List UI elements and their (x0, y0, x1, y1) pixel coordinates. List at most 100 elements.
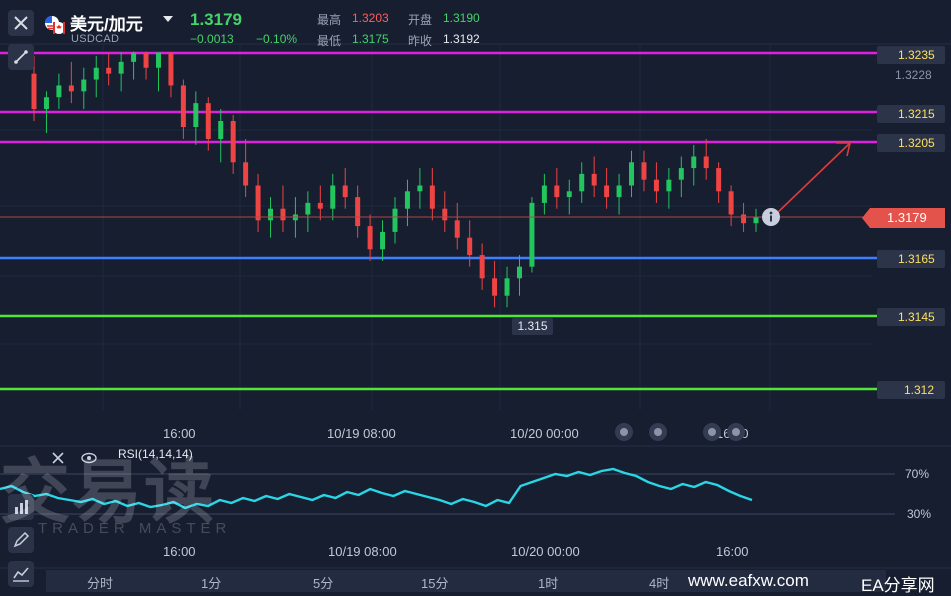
candle-body (342, 185, 348, 198)
candle-body (716, 168, 722, 192)
nav-dot-3[interactable] (703, 423, 721, 441)
rsi-level-30: 30% (907, 507, 932, 521)
candle-body (641, 162, 647, 180)
info-button[interactable] (762, 208, 780, 226)
current-price-tag: 1.3179 (862, 208, 945, 228)
nav-dot-2[interactable] (649, 423, 667, 441)
candle-body (56, 85, 62, 98)
prev-close-value: 1.3192 (443, 32, 480, 46)
candle-body (131, 52, 137, 62)
candle-body (305, 202, 311, 215)
candle-body (728, 191, 734, 215)
open-value: 1.3190 (443, 11, 480, 25)
candle-body (380, 231, 386, 250)
site-url: www.eafxw.com (688, 571, 809, 590)
candle-body (629, 162, 635, 186)
rsi-time-label-1: 16:00 (163, 544, 196, 559)
rsi-level-70: 70% (905, 467, 930, 481)
candle-body (68, 85, 74, 92)
close-button[interactable] (8, 10, 34, 36)
level-tag-2: 1.3215 (877, 105, 945, 123)
candle-body (106, 67, 112, 74)
candle-body (218, 121, 224, 139)
candle-body (554, 185, 560, 198)
nav-dot-4[interactable] (727, 423, 745, 441)
candle-body (604, 185, 610, 198)
candle-body (43, 97, 49, 110)
chart-type-button[interactable] (8, 561, 34, 587)
candle-body (691, 156, 697, 169)
high-label: 最高 (317, 13, 342, 27)
candle-body (330, 185, 336, 209)
candle-body (653, 179, 659, 192)
timeframe-1m[interactable]: 1分 (201, 573, 221, 592)
timeframe-5m[interactable]: 5分 (313, 573, 333, 592)
low-price-tag: 1.315 (512, 318, 553, 335)
candle-body (417, 185, 423, 192)
low-value: 1.3175 (352, 32, 389, 46)
rsi-time-label-3: 10/20 00:00 (511, 544, 580, 559)
line-chart-icon (13, 567, 29, 582)
candle-body (566, 191, 572, 198)
candle-body (317, 202, 323, 209)
candle-body (230, 121, 236, 163)
time-axis-label-2: 10/19 08:00 (327, 426, 396, 441)
symbol-title[interactable]: 美元/加元 (70, 10, 143, 35)
candle-body (268, 208, 274, 221)
candle-body (404, 191, 410, 209)
candle-body (703, 156, 709, 169)
site-name: EA分享网 (861, 576, 935, 595)
level-tag-4: 1.3165 (877, 250, 945, 268)
candle-body (205, 103, 211, 139)
level-tag-6: 1.312 (877, 381, 945, 399)
timeframe-tick[interactable]: 分时 (87, 573, 113, 592)
candle-body (454, 220, 460, 238)
candle-body (616, 185, 622, 198)
close-icon (14, 16, 28, 30)
candle-body (155, 52, 161, 68)
us-ca-flag-icon (44, 15, 66, 35)
candle-body (81, 79, 87, 92)
trading-chart-app: 美元/加元 USDCAD 1.3179 −0.0013 −0.10% 最高 1.… (0, 0, 951, 596)
candle-body (93, 67, 99, 80)
candle-body (367, 226, 373, 250)
chevron-down-icon[interactable] (163, 16, 173, 22)
candle-body (492, 278, 498, 296)
level-tag-1: 1.3235 (877, 46, 945, 64)
watermark-sub: TRADER MASTER (38, 520, 232, 537)
nav-dot-1[interactable] (615, 423, 633, 441)
info-icon (769, 211, 773, 222)
candle-body (504, 278, 510, 296)
prev-close-label: 昨收 (408, 34, 433, 48)
draw-line-icon (14, 50, 28, 64)
last-price: 1.3179 (190, 10, 242, 29)
candle-body (678, 168, 684, 180)
high-value: 1.3203 (352, 11, 389, 25)
open-label: 开盘 (408, 13, 433, 27)
candle-body (118, 61, 124, 74)
timeframe-1h[interactable]: 1时 (538, 573, 558, 592)
candle-body (143, 52, 149, 68)
candle-body (31, 73, 37, 110)
candle-body (516, 266, 522, 279)
symbol-code: USDCAD (71, 33, 120, 45)
candle-body (591, 173, 597, 186)
candle-body (180, 85, 186, 127)
candle-body (741, 214, 747, 224)
candle-body (479, 255, 485, 279)
price-axis-label: 1.3228 (895, 68, 932, 82)
candle-body (280, 208, 286, 221)
candle-body (193, 103, 199, 127)
timeframe-4h[interactable]: 4时 (649, 573, 669, 592)
level-tag-5: 1.3145 (877, 308, 945, 326)
timeframe-15m[interactable]: 15分 (421, 573, 448, 592)
time-axis-label-3: 10/20 00:00 (510, 426, 579, 441)
candle-body (429, 185, 435, 209)
draw-line-button[interactable] (8, 44, 34, 70)
candle-body (442, 208, 448, 221)
candle-body (666, 179, 672, 192)
price-change-percent: −0.10% (256, 32, 298, 46)
candle-body (753, 217, 759, 224)
rsi-time-label-2: 10/19 08:00 (328, 544, 397, 559)
candle-body (529, 202, 535, 267)
